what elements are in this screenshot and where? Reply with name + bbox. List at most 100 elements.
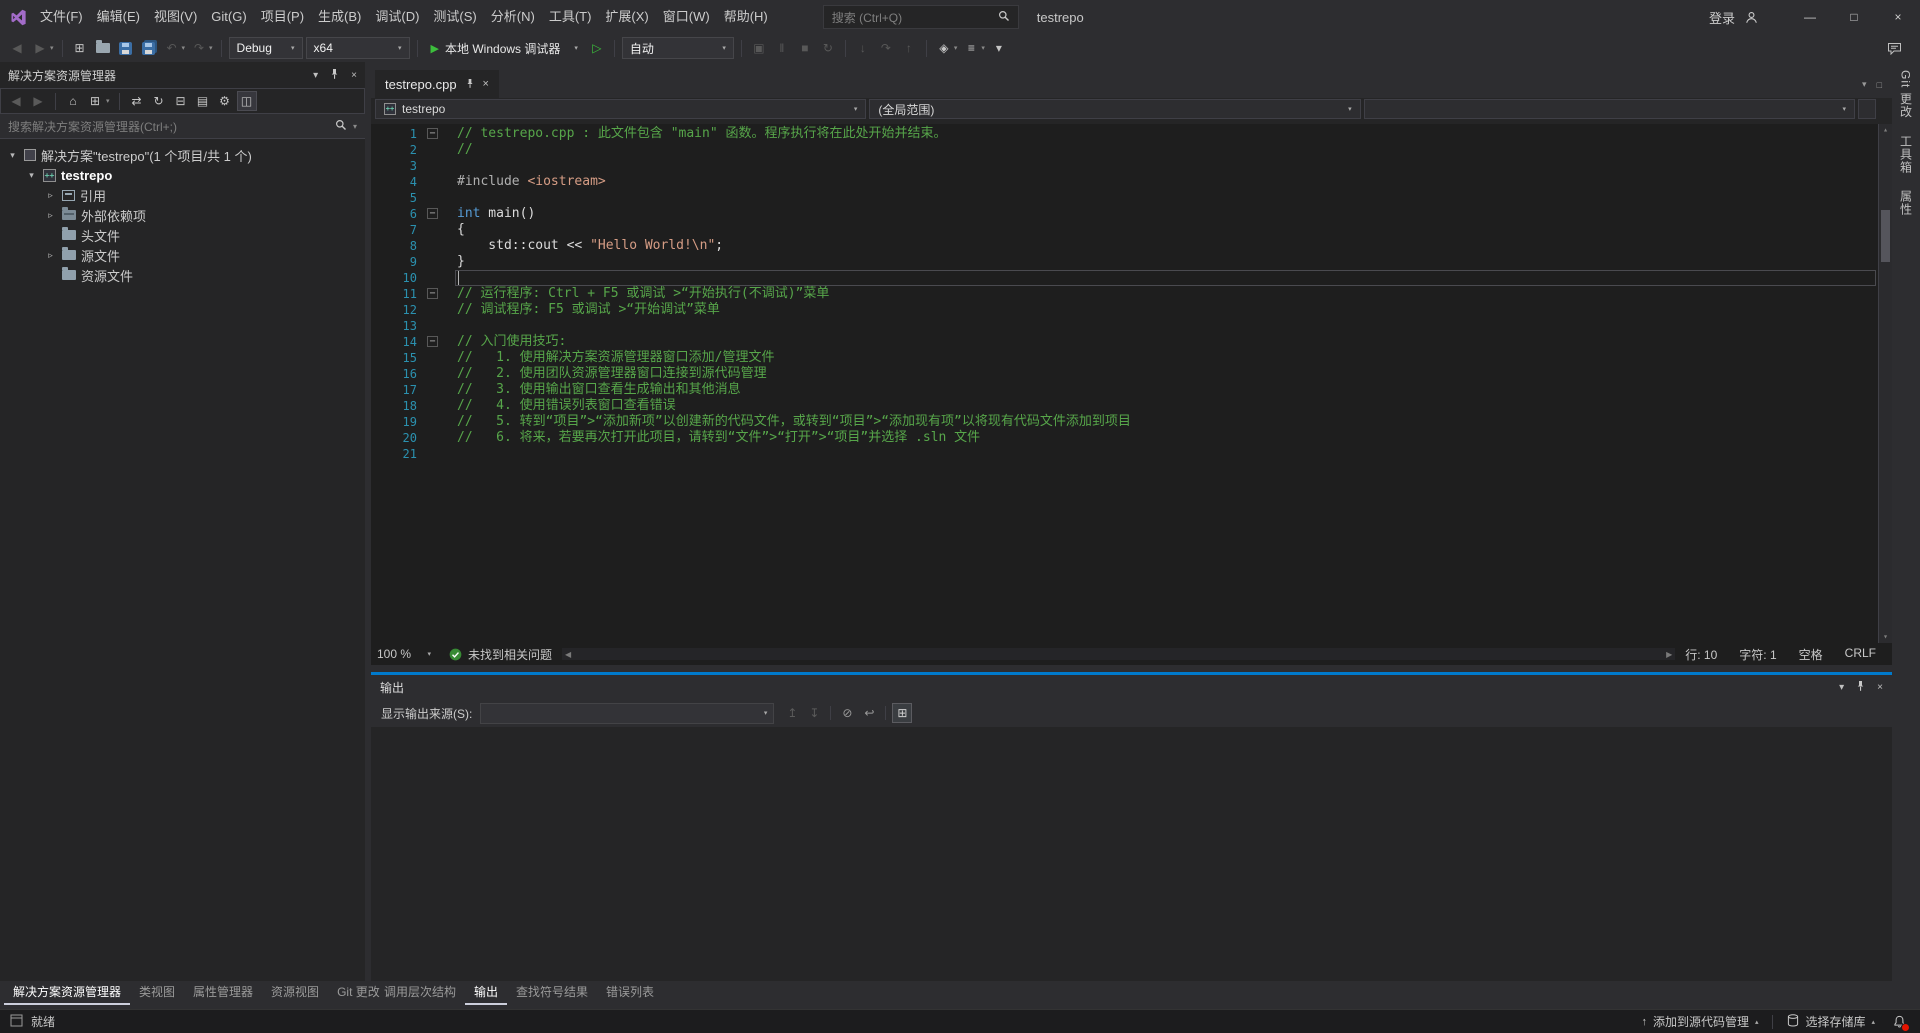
solution-platforms-combo[interactable]: x64▾ [306, 37, 410, 59]
switch-views-icon[interactable]: ⊞ [85, 91, 105, 111]
chevron-down-icon[interactable]: ▾ [981, 44, 985, 52]
chevron-down-icon[interactable]: ▾ [209, 44, 213, 52]
word-wrap-icon[interactable]: ↩ [859, 703, 879, 723]
clear-all-icon[interactable]: ⊘ [837, 703, 857, 723]
bookmark-icon[interactable]: ◈ [933, 37, 955, 59]
chevron-down-icon[interactable]: ▾ [50, 44, 54, 52]
code-line[interactable]: 5 [371, 190, 1892, 206]
step-into-icon[interactable]: ↓ [852, 37, 874, 59]
panel-tab[interactable]: 查找符号结果 [507, 981, 597, 1005]
save-all-icon[interactable] [138, 37, 160, 59]
menu-item[interactable]: 生成(B) [311, 0, 368, 34]
task-list-icon[interactable]: ≡ [960, 37, 982, 59]
quick-search-box[interactable]: 搜索 (Ctrl+Q) [823, 5, 1019, 29]
code-line[interactable]: 12// 调试程序: F5 或调试 >“开始调试”菜单 [371, 302, 1892, 318]
chevron-down-icon[interactable]: ▾ [182, 44, 186, 52]
close-button[interactable]: × [1876, 0, 1920, 34]
project-scope-dropdown[interactable]: ++ testrepo ▾ [375, 99, 866, 119]
menu-item[interactable]: 分析(N) [484, 0, 542, 34]
maximize-button[interactable]: □ [1832, 0, 1876, 34]
restart-icon[interactable]: ↻ [817, 37, 839, 59]
code-line[interactable]: 21 [371, 446, 1892, 462]
output-content[interactable] [371, 727, 1892, 981]
toolbar-options-icon[interactable]: ▾ [988, 37, 1010, 59]
collapse-all-icon[interactable]: ⊟ [171, 91, 191, 111]
code-line[interactable]: 7{ [371, 222, 1892, 238]
tree-expanded-arrow-icon[interactable]: ▾ [6, 150, 19, 161]
code-line[interactable]: 4#include <iostream> [371, 174, 1892, 190]
member-scope-dropdown[interactable]: ▾ [1364, 99, 1855, 119]
toggle-autoscroll-icon[interactable]: ⊞ [892, 703, 912, 723]
pin-icon[interactable] [1855, 680, 1866, 695]
tree-item-resource-files[interactable]: 资源文件 [0, 265, 365, 285]
tree-item-source-files[interactable]: ▹源文件 [0, 245, 365, 265]
user-profile-icon[interactable] [1745, 11, 1758, 24]
panel-tab[interactable]: 资源视图 [262, 981, 328, 1005]
step-out-icon[interactable]: ↑ [898, 37, 920, 59]
tree-item-external-dependencies[interactable]: ▹外部依赖项 [0, 205, 365, 225]
step-over-icon[interactable]: ↷ [875, 37, 897, 59]
scroll-right-icon[interactable]: ▶ [1666, 650, 1672, 659]
fold-marker-icon[interactable]: − [423, 126, 443, 142]
status-spaces[interactable]: 空格 [1799, 646, 1823, 663]
zoom-dropdown[interactable]: 100 % ▾ [371, 647, 437, 661]
float-window-icon[interactable]: □ [1877, 80, 1882, 90]
panel-tab[interactable]: 属性管理器 [184, 981, 262, 1005]
status-line[interactable]: 行: 10 [1685, 646, 1717, 663]
chevron-down-icon[interactable]: ▾ [106, 97, 110, 105]
se-forward-icon[interactable]: ▶ [28, 91, 48, 111]
code-line[interactable]: 10 [371, 270, 1892, 286]
pin-icon[interactable] [329, 68, 340, 83]
menu-item[interactable]: 帮助(H) [717, 0, 775, 34]
code-line[interactable]: 8 std::cout << "Hello World!\n"; [371, 238, 1892, 254]
fold-marker-icon[interactable]: − [423, 334, 443, 350]
code-line[interactable]: 2// [371, 142, 1892, 158]
code-line[interactable]: 18// 4. 使用错误列表窗口查看错误 [371, 398, 1892, 414]
panel-tab[interactable]: 输出 [465, 981, 507, 1005]
close-icon[interactable]: × [1877, 682, 1883, 693]
document-tab[interactable]: testrepo.cpp × [375, 70, 499, 98]
close-icon[interactable]: × [483, 78, 489, 90]
refresh-icon[interactable]: ↻ [149, 91, 169, 111]
fold-marker-icon[interactable]: − [423, 286, 443, 302]
apply-code-changes-icon[interactable]: ▣ [748, 37, 770, 59]
code-editor[interactable]: 1−// testrepo.cpp : 此文件包含 "main" 函数。程序执行… [371, 124, 1892, 643]
start-without-debugging-icon[interactable]: ▷ [586, 37, 608, 59]
menu-item[interactable]: 窗口(W) [656, 0, 717, 34]
type-scope-dropdown[interactable]: (全局范围) ▾ [869, 99, 1360, 119]
code-line[interactable]: 13 [371, 318, 1892, 334]
panel-tab[interactable]: 错误列表 [597, 981, 663, 1005]
select-repository-button[interactable]: 选择存储库 ▴ [1787, 1013, 1875, 1030]
code-line[interactable]: 14−// 入门使用技巧: [371, 334, 1892, 350]
minimize-button[interactable]: — [1788, 0, 1832, 34]
pin-icon[interactable] [465, 77, 475, 92]
tree-item-references[interactable]: ▹引用 [0, 185, 365, 205]
window-position-icon[interactable]: ▾ [313, 70, 318, 81]
nav-forward-icon[interactable]: ▶ [29, 37, 51, 59]
menu-item[interactable]: 视图(V) [147, 0, 204, 34]
tree-item-header-files[interactable]: 头文件 [0, 225, 365, 245]
output-source-dropdown[interactable]: ▾ [480, 703, 774, 724]
tree-item-solution[interactable]: ▾解决方案"testrepo"(1 个项目/共 1 个) [0, 145, 365, 165]
dock-tab[interactable]: 属性 [1898, 190, 1915, 216]
break-all-icon[interactable]: ‖ [771, 37, 793, 59]
menu-item[interactable]: 编辑(E) [90, 0, 147, 34]
nav-back-icon[interactable]: ◀ [6, 37, 28, 59]
home-icon[interactable]: ⌂ [63, 91, 83, 111]
code-line[interactable]: 20// 6. 将来，若要再次打开此项目，请转到“文件”>“打开”>“项目”并选… [371, 430, 1892, 446]
navbar-options-button[interactable] [1858, 99, 1876, 119]
tree-item-project[interactable]: ▾++testrepo [0, 165, 365, 185]
document-health-indicator[interactable]: 未找到相关问题 [449, 646, 552, 663]
menu-item[interactable]: 调试(D) [368, 0, 426, 34]
goto-next-message-icon[interactable]: ↧ [804, 703, 824, 723]
code-line[interactable]: 17// 3. 使用输出窗口查看生成输出和其他消息 [371, 382, 1892, 398]
code-line[interactable]: 11−// 运行程序: Ctrl + F5 或调试 >“开始执行(不调试)”菜单 [371, 286, 1892, 302]
chevron-down-icon[interactable]: ▾ [954, 44, 958, 52]
menu-item[interactable]: 工具(T) [542, 0, 599, 34]
tab-list-icon[interactable]: ▾ [1862, 79, 1867, 90]
open-file-icon[interactable] [92, 37, 114, 59]
solution-configurations-combo[interactable]: Debug▾ [229, 37, 303, 59]
status-line-ending[interactable]: CRLF [1845, 646, 1876, 663]
tree-collapsed-arrow-icon[interactable]: ▹ [44, 250, 57, 261]
tree-collapsed-arrow-icon[interactable]: ▹ [44, 210, 57, 221]
